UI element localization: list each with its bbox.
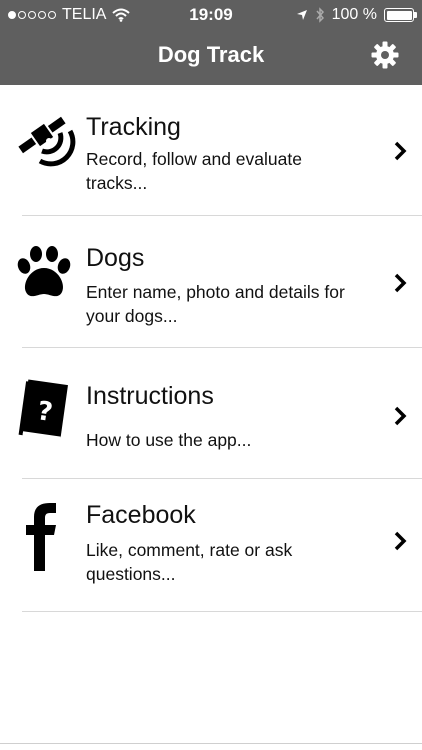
paw-icon: [17, 246, 71, 297]
divider: [22, 611, 422, 612]
menu-item-title: Facebook: [86, 501, 196, 529]
menu-item-description: Enter name, photo and details for your d…: [86, 282, 345, 326]
bluetooth-icon: [316, 7, 324, 23]
main-menu: Tracking Record, follow and evaluate tra…: [0, 85, 422, 612]
top-bar: TELIA 19:09 100 % Dog Track: [0, 0, 422, 85]
location-arrow-icon: [296, 10, 307, 20]
menu-item-description: How to use the app...: [86, 430, 252, 450]
menu-item-description: Record, follow and evaluate tracks...: [86, 149, 302, 193]
facebook-icon: [26, 503, 56, 571]
status-bar: TELIA 19:09 100 %: [0, 0, 422, 30]
bottom-divider: [0, 743, 422, 744]
menu-item-title: Tracking: [86, 113, 181, 141]
menu-item-title: Instructions: [86, 382, 214, 410]
menu-item-tracking[interactable]: Tracking Record, follow and evaluate tra…: [0, 85, 422, 216]
chevron-right-icon: [394, 531, 407, 551]
menu-item-description: Like, comment, rate or ask questions...: [86, 540, 293, 584]
battery-percentage: 100 %: [331, 6, 377, 23]
chevron-right-icon: [394, 406, 407, 426]
chevron-right-icon: [394, 141, 407, 161]
help-book-icon: ?: [18, 379, 68, 440]
page-title: Dog Track: [157, 42, 265, 67]
menu-item-facebook[interactable]: Facebook Like, comment, rate or ask ques…: [0, 479, 422, 612]
battery-icon: [384, 8, 417, 22]
menu-item-dogs[interactable]: Dogs Enter name, photo and details for y…: [0, 216, 422, 348]
satellite-tracking-icon: [18, 116, 76, 167]
chevron-right-icon: [394, 273, 407, 293]
menu-item-title: Dogs: [86, 244, 145, 272]
menu-item-instructions[interactable]: ? Instructions How to use the app...: [0, 348, 422, 479]
gear-icon[interactable]: [370, 40, 400, 70]
